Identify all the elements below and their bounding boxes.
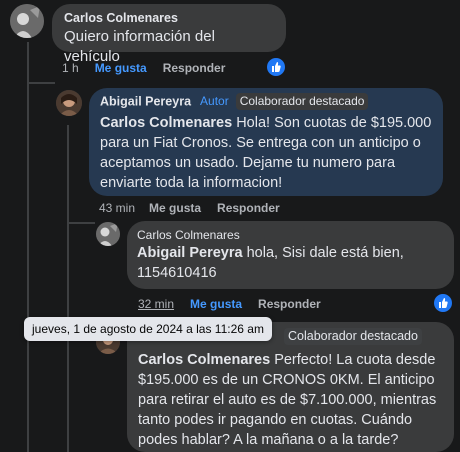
comment-author[interactable]: Carlos Colmenares [64, 11, 274, 25]
comment-actions: 32 min Me gusta Responder [138, 297, 337, 311]
mention-link[interactable]: Carlos Colmenares [138, 352, 270, 368]
mention-link[interactable]: Abigail Pereyra [137, 245, 243, 261]
thread-line-branch-1 [27, 82, 55, 84]
comment-bubble-author: Abigail Pereyra Autor Colaborador destacad… [89, 88, 443, 196]
avatar[interactable] [96, 222, 120, 246]
abigail-avatar-icon [56, 90, 82, 116]
reply-button[interactable]: Responder [258, 297, 321, 311]
comment-actions: 43 min Me gusta Responder [99, 201, 296, 215]
like-button[interactable]: Me gusta [149, 201, 201, 215]
comment-header: Abigail Pereyra Autor Colaborador destacad… [100, 93, 432, 110]
comment-time[interactable]: 43 min [99, 201, 135, 215]
carlos-avatar-icon [96, 222, 120, 246]
timestamp-tooltip: jueves, 1 de agosto de 2024 a las 11:26 … [24, 317, 272, 341]
comment-actions: 1 h Me gusta Responder [62, 61, 241, 75]
comment-text: Carlos Colmenares Perfecto! La cuota des… [138, 350, 443, 450]
comment-text: Abigail Pereyra hola, Sisi dale está bie… [137, 243, 444, 283]
carlos-avatar-icon [10, 4, 44, 38]
like-reaction-icon[interactable] [266, 57, 286, 77]
like-reaction-icon[interactable] [433, 293, 453, 313]
comment-bubble: Carlos Colmenares Abigail Pereyra hola, … [127, 221, 454, 289]
like-button[interactable]: Me gusta [190, 297, 242, 311]
author-badge: Autor [200, 94, 229, 108]
comment-author[interactable]: Carlos Colmenares [137, 228, 444, 242]
avatar[interactable] [56, 90, 82, 116]
comment-time[interactable]: 32 min [138, 297, 174, 311]
comment-bubble: Colaborador destacado Carlos Colmenares … [127, 322, 454, 452]
thread-line-sub [67, 125, 69, 452]
top-contributor-badge: Colaborador destacado [235, 93, 369, 110]
mention-link[interactable]: Carlos Colmenares [100, 115, 232, 131]
reply-button[interactable]: Responder [163, 61, 226, 75]
comment-author[interactable]: Abigail Pereyra [100, 95, 191, 109]
thread-line-main [27, 42, 29, 452]
thread-line-branch-2 [67, 222, 95, 224]
avatar[interactable] [10, 4, 44, 38]
like-button[interactable]: Me gusta [95, 61, 147, 75]
reply-button[interactable]: Responder [217, 201, 280, 215]
comment-bubble: Carlos Colmenares Quiero información del… [52, 4, 286, 65]
comment-time[interactable]: 1 h [62, 61, 79, 75]
top-contributor-badge: Colaborador destacado [284, 328, 422, 346]
comment-text: Carlos Colmenares Hola! Son cuotas de $1… [100, 113, 432, 193]
